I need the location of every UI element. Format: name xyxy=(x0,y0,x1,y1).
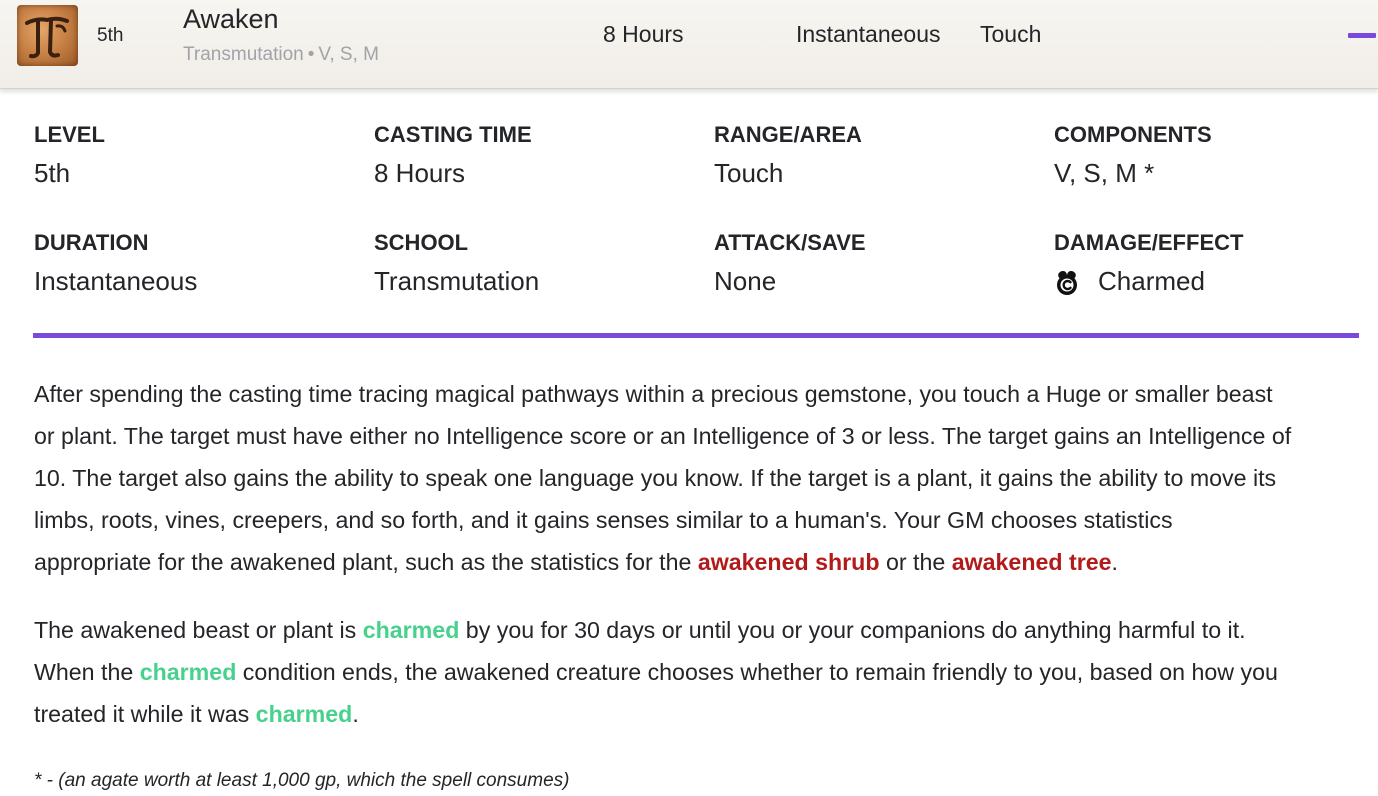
stat-value: 5th xyxy=(34,158,71,188)
stat-label: SCHOOL xyxy=(374,230,469,255)
stat-label: COMPONENTS xyxy=(1054,122,1212,147)
section-divider xyxy=(33,333,1359,338)
material-component-footnote: * - (an agate worth at least 1,000 gp, w… xyxy=(34,770,570,791)
charmed-condition-link[interactable]: charmed xyxy=(363,617,460,643)
description-text: by you for 30 days or until you or your … xyxy=(459,617,1246,643)
header-duration: Instantaneous xyxy=(796,21,941,47)
stat-label: ATTACK/SAVE xyxy=(714,230,866,255)
collapse-toggle-bar[interactable] xyxy=(1348,33,1376,38)
stat-value: Touch xyxy=(714,158,784,188)
spell-components: V, S, M xyxy=(318,44,379,65)
spell-name: Awaken xyxy=(183,4,279,34)
charmed-condition-link[interactable]: charmed xyxy=(140,659,237,685)
charmed-condition-link[interactable]: charmed xyxy=(256,701,353,727)
description-paragraph-1: After spending the casting time tracing … xyxy=(34,373,1364,583)
description-paragraph-2: The awakened beast or plant is charmed b… xyxy=(34,609,1364,735)
description-text: . xyxy=(352,701,359,727)
description-text: treated it while it was xyxy=(34,701,256,727)
stat-label: CASTING TIME xyxy=(374,122,532,147)
stat-value: Instantaneous xyxy=(34,266,198,296)
awakened-shrub-link[interactable]: awakened shrub xyxy=(698,549,880,575)
stat-label: DAMAGE/EFFECT xyxy=(1054,230,1244,255)
spell-school: Transmutation xyxy=(183,44,304,65)
description-line: appropriate for the awakened plant, such… xyxy=(34,541,1364,583)
description-line: The awakened beast or plant is charmed b… xyxy=(34,609,1364,651)
description-text: condition ends, the awakened creature ch… xyxy=(236,659,1278,685)
description-text: When the xyxy=(34,659,140,685)
transmutation-school-icon xyxy=(17,5,78,66)
stat-value: Transmutation xyxy=(374,266,540,296)
description-line: treated it while it was charmed. xyxy=(34,693,1364,735)
description-line: 10. The target also gains the ability to… xyxy=(34,465,1277,491)
stat-value: 8 Hours xyxy=(374,158,466,188)
description-line: or plant. The target must have either no… xyxy=(34,423,1292,449)
description-text: appropriate for the awakened plant, such… xyxy=(34,549,698,575)
awakened-tree-link[interactable]: awakened tree xyxy=(952,549,1112,575)
header-range: Touch xyxy=(980,21,1042,47)
description-text: or the xyxy=(879,549,952,575)
description-line: limbs, roots, vines, creepers, and so fo… xyxy=(34,507,1173,533)
header-casting-time: 8 Hours xyxy=(603,21,684,47)
charmed-condition-icon xyxy=(1054,269,1080,302)
spell-school-components: Transmutation • V, S, M xyxy=(183,44,379,66)
description-text: . xyxy=(1111,549,1118,575)
stat-value: Charmed xyxy=(1098,266,1205,296)
stat-value: V, S, M * xyxy=(1054,158,1155,188)
description-line: After spending the casting time tracing … xyxy=(34,381,1273,407)
description-text: The awakened beast or plant is xyxy=(34,617,363,643)
description-line: When the charmed condition ends, the awa… xyxy=(34,651,1364,693)
spell-level: 5th xyxy=(97,25,124,46)
separator-dot: • xyxy=(307,44,315,65)
stat-label: LEVEL xyxy=(34,122,105,147)
stat-label: DURATION xyxy=(34,230,149,255)
stat-label: RANGE/AREA xyxy=(714,122,862,147)
spell-header-row[interactable]: 5th Awaken Transmutation • V, S, M 8 Hours… xyxy=(0,0,1378,89)
stat-value: None xyxy=(714,266,777,296)
